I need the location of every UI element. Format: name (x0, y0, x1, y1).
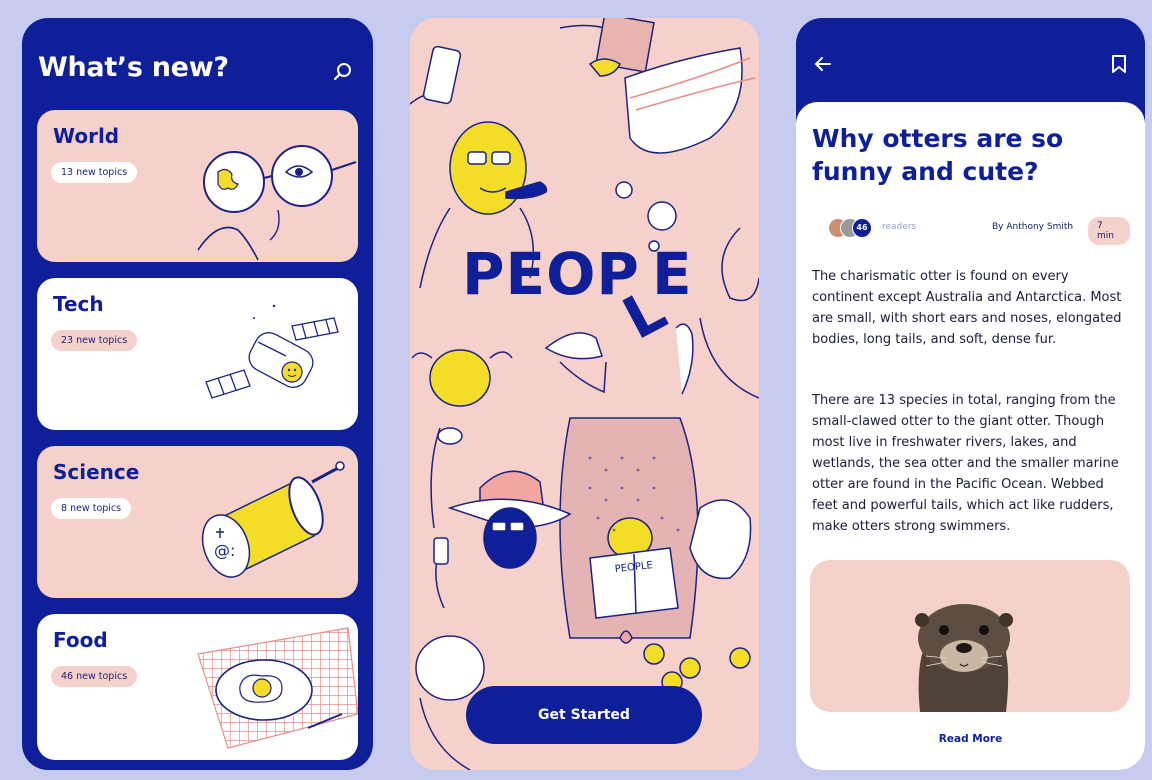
arrow-left-icon[interactable] (812, 54, 834, 74)
topics-badge: 13 new topics (51, 162, 138, 183)
category-card-science[interactable]: Science 8 new topics @: (37, 446, 358, 598)
bookmark-icon[interactable] (1111, 54, 1127, 74)
page-title: What’s new? (38, 52, 229, 83)
people-illustration: PEOPLE (410, 18, 759, 770)
topics-badge: 46 new topics (51, 666, 138, 687)
category-card-world[interactable]: World 13 new topics (37, 110, 358, 262)
microscope-illustration: @: (201, 461, 345, 578)
logo-text: PEOP (462, 240, 640, 308)
search-icon[interactable] (331, 60, 355, 84)
intro-screen: PEOPLE PEOP L E Get Started (410, 18, 759, 770)
category-name: Tech (53, 292, 104, 316)
fried-egg-illustration (197, 627, 358, 749)
category-card-tech[interactable]: Tech 23 new topics (37, 278, 358, 430)
readers-label: readers (882, 222, 917, 232)
category-name: World (53, 124, 120, 148)
author-name[interactable]: By Anthony Smith (992, 222, 1073, 232)
article-headline: Why otters are so funny and cute? (812, 124, 1064, 186)
topics-badge: 23 new topics (51, 330, 138, 351)
article-meta: 46 readers By Anthony Smith 7 min (812, 210, 1130, 246)
read-time-badge: 7 min (1088, 217, 1130, 245)
satellite-illustration (205, 304, 339, 399)
category-name: Science (53, 460, 140, 484)
category-name: Food (53, 628, 108, 652)
otter-photo (810, 560, 1130, 712)
news-screen: What’s new? World 13 new topics Tech 23 … (22, 18, 373, 770)
article-screen: Why otters are so funny and cute? 46 rea… (796, 18, 1145, 770)
globe-glasses-illustration (197, 145, 357, 261)
get-started-button[interactable]: Get Started (466, 686, 702, 744)
readers-count-badge: 46 (852, 218, 872, 238)
article-paragraph: The charismatic otter is found on every … (812, 269, 1122, 347)
article-paragraph: There are 13 species in total, ranging f… (812, 393, 1119, 534)
topics-badge: 8 new topics (51, 498, 132, 519)
logo-last-letter: E (652, 240, 692, 308)
read-more-link[interactable]: Read More (796, 732, 1145, 746)
category-card-food[interactable]: Food 46 new topics (37, 614, 358, 760)
svg-text:@:: @: (214, 541, 235, 560)
